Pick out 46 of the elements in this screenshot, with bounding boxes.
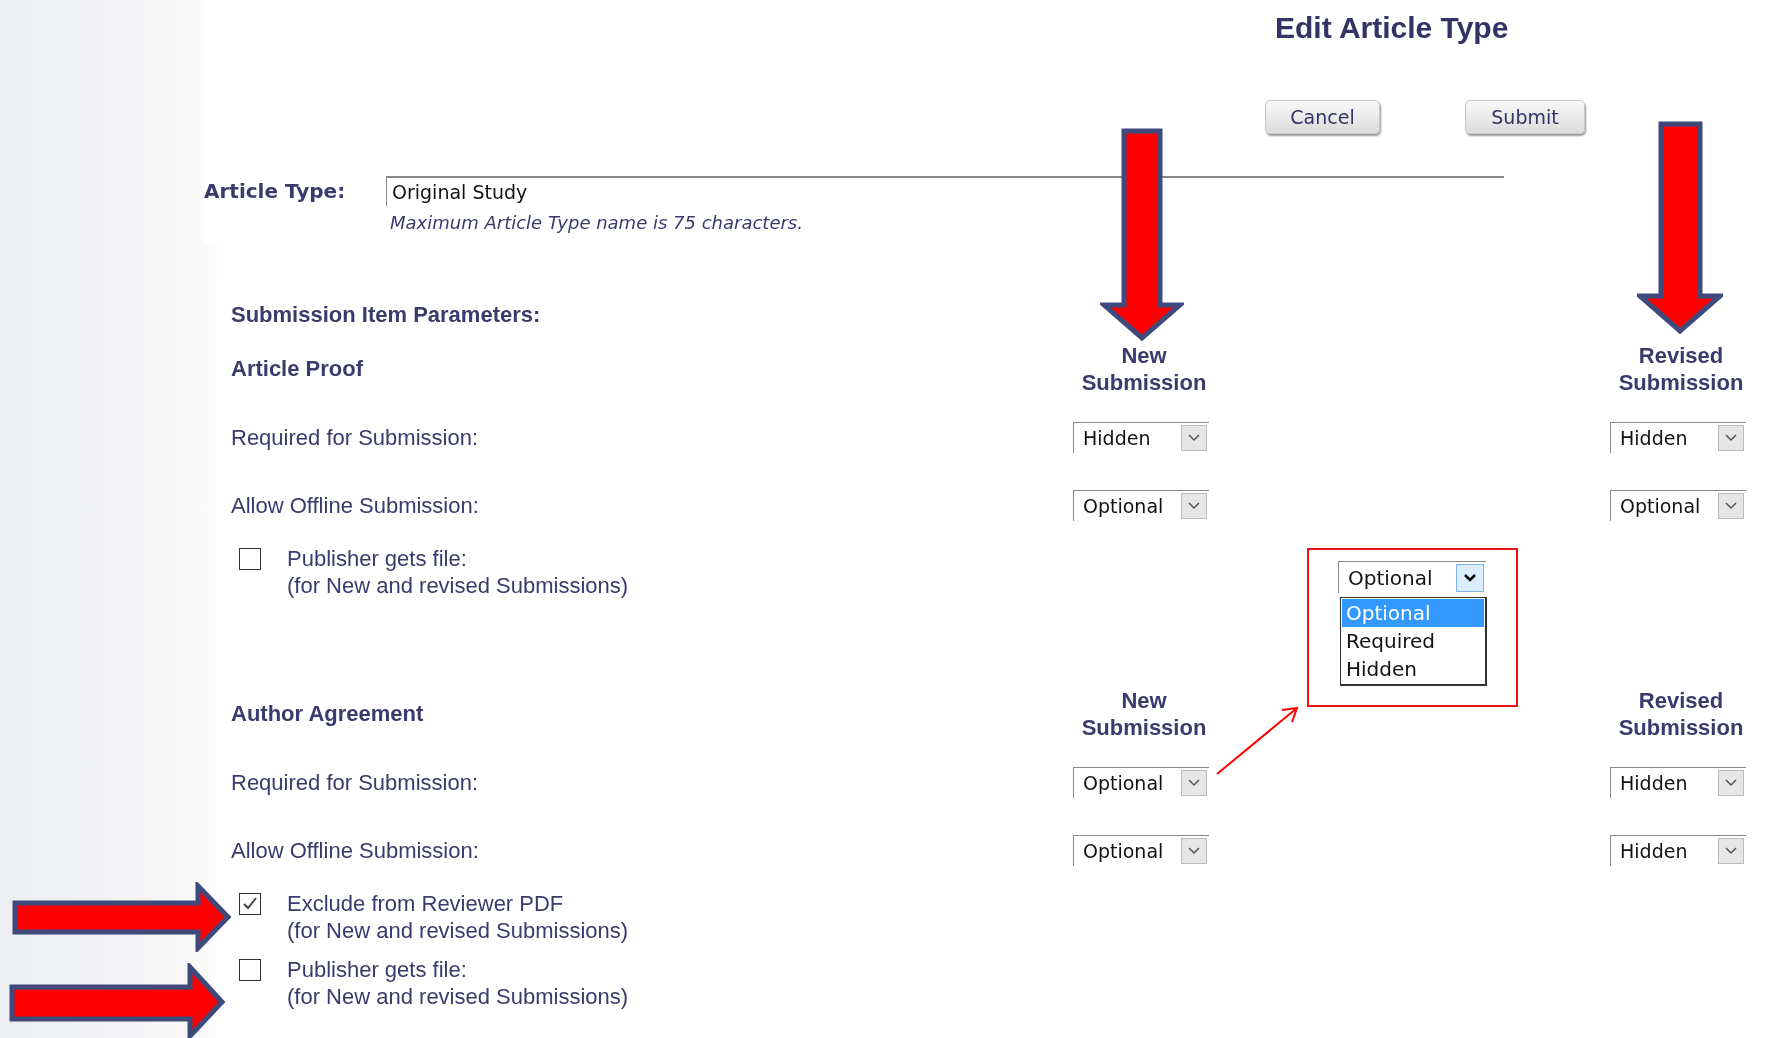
note-text: (for New and revised Submissions) (287, 983, 629, 1010)
column-header: New Submission (1080, 687, 1208, 741)
dropdown-option[interactable]: Required (1342, 627, 1484, 655)
chevron-icon (1181, 492, 1207, 519)
field-label: Allow Offline Submission: (231, 836, 479, 864)
section-heading: Submission Item Parameters: (231, 301, 541, 329)
page-title: Edit Article Type (1275, 10, 1509, 46)
chevron-icon (1718, 492, 1744, 519)
cancel-button[interactable]: Cancel (1265, 100, 1380, 134)
note-text: (for New and revised Submissions) (287, 572, 629, 599)
dropdown[interactable]: Optional (1338, 561, 1486, 593)
dropdown[interactable]: Optional (1610, 489, 1746, 521)
chevron-icon (1181, 769, 1207, 796)
dropdown-option[interactable]: Hidden (1342, 655, 1484, 683)
section-title: Author Agreement (231, 701, 424, 727)
checkbox-label: Publisher gets file: (287, 545, 467, 572)
chevron-icon (1456, 563, 1484, 592)
column-header: Revised Submission (1617, 687, 1745, 741)
dropdown[interactable]: Optional (1073, 766, 1209, 798)
column-header: Revised Submission (1617, 342, 1745, 396)
dropdown[interactable]: Optional (1073, 834, 1209, 866)
dropdown[interactable]: Hidden (1610, 421, 1746, 453)
checkbox-label: Exclude from Reviewer PDF (287, 890, 564, 917)
hint-text: Maximum Article Type name is 75 characters. (390, 212, 803, 233)
dropdown[interactable]: Hidden (1073, 421, 1209, 453)
field-label: Allow Offline Submission: (231, 491, 479, 519)
chevron-icon (1718, 837, 1744, 864)
chevron-icon (1718, 424, 1744, 451)
chevron-icon (1181, 424, 1207, 451)
checkbox[interactable] (239, 548, 261, 570)
chevron-icon (1181, 837, 1207, 864)
submit-button[interactable]: Submit (1465, 100, 1585, 134)
dropdown[interactable]: Optional (1073, 489, 1209, 521)
chevron-icon (1718, 769, 1744, 796)
checkbox-label: Publisher gets file: (287, 956, 467, 983)
field-label: Article Type: (204, 179, 347, 203)
checkbox[interactable] (239, 959, 261, 981)
column-header: New Submission (1080, 342, 1208, 396)
section-title: Article Proof (231, 356, 364, 382)
note-text: (for New and revised Submissions) (287, 917, 629, 944)
dropdown[interactable]: Hidden (1610, 766, 1746, 798)
checkbox[interactable] (239, 893, 261, 915)
input-field[interactable]: Original Study (386, 176, 1504, 206)
field-label: Required for Submission: (231, 768, 478, 796)
field-label: Required for Submission: (231, 423, 478, 451)
dropdown[interactable]: Hidden (1610, 834, 1746, 866)
